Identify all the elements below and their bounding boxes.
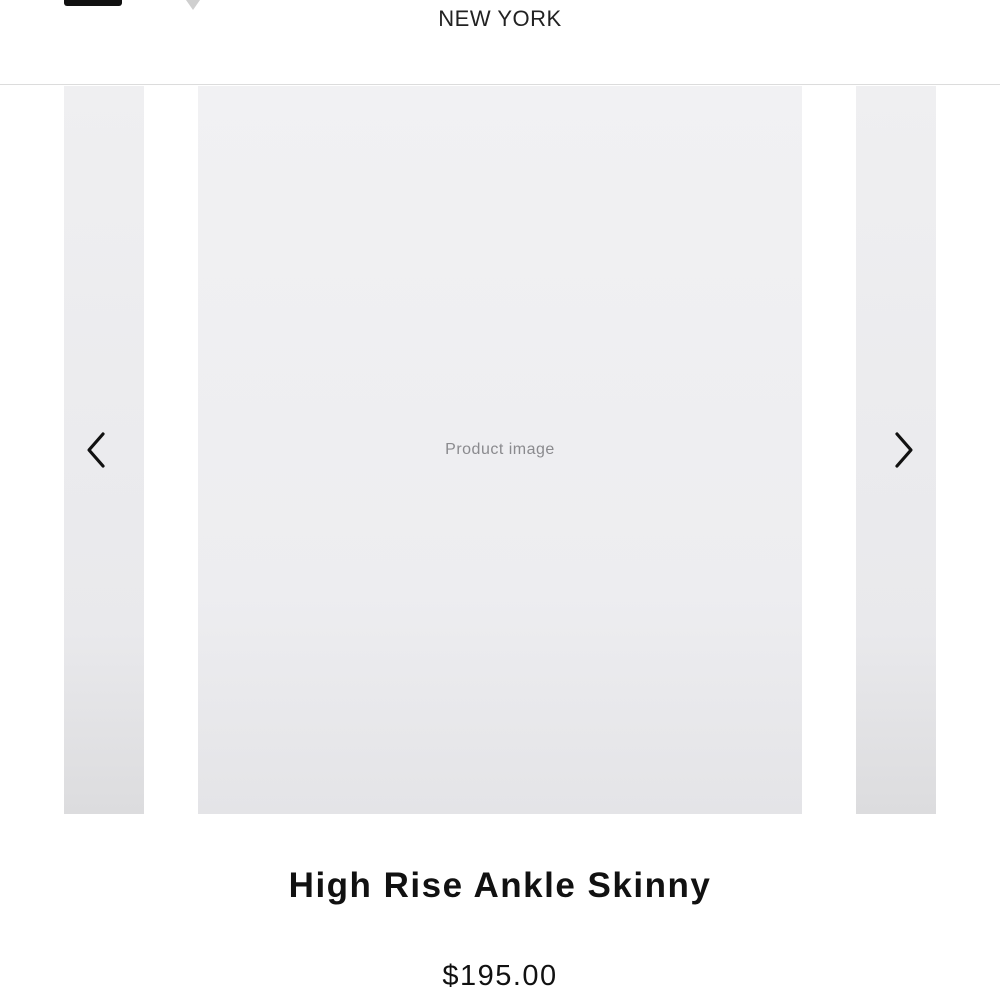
carousel-next-button[interactable] bbox=[884, 428, 924, 472]
chevron-right-icon bbox=[895, 432, 913, 468]
main-product-image[interactable]: Product image bbox=[198, 86, 802, 814]
product-title: High Rise Ankle Skinny bbox=[288, 866, 712, 905]
site-header: NEW YORK bbox=[0, 0, 1000, 85]
carousel-prev-button[interactable] bbox=[76, 428, 116, 472]
image-placeholder-label: Product image bbox=[445, 441, 555, 458]
product-price: $195.00 bbox=[442, 960, 558, 992]
chevron-left-icon bbox=[87, 432, 105, 468]
brand-subtitle: NEW YORK bbox=[438, 6, 562, 31]
product-image-carousel[interactable]: Product image bbox=[0, 86, 1000, 814]
